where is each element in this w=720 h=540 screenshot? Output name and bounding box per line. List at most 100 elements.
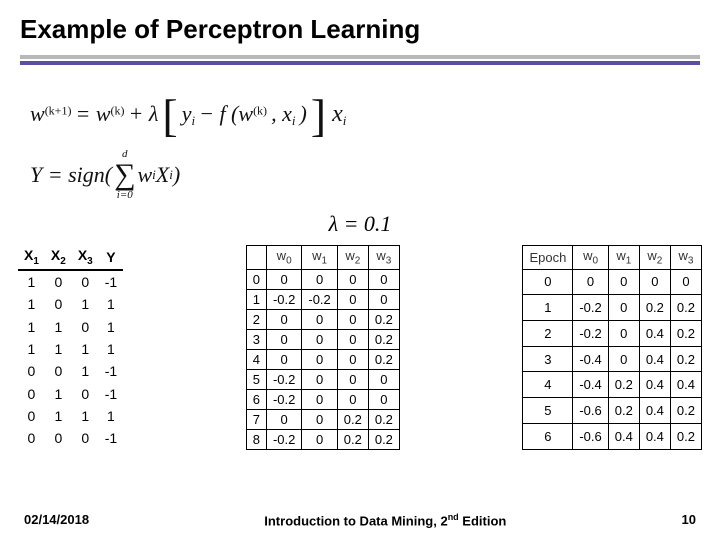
cell: 0.2	[608, 372, 639, 398]
col-header: w1	[608, 246, 639, 270]
cell: 0	[337, 369, 368, 389]
footer-center-sup: nd	[448, 512, 459, 522]
cell: 8	[246, 429, 266, 449]
footer: 02/14/2018 Introduction to Data Mining, …	[0, 512, 720, 528]
table-row: 7000.20.2	[246, 409, 399, 429]
cell: 0	[45, 270, 72, 293]
formula1-tail-sub: i	[343, 113, 347, 128]
cell: 0	[266, 409, 301, 429]
formula2-close: )	[173, 162, 180, 188]
cell: 6	[246, 389, 266, 409]
cell: 1	[72, 360, 99, 382]
formula1-yi-sub: i	[191, 113, 195, 128]
epoch-table: Epochw0w1w2w3 000001-0.200.20.22-0.200.4…	[522, 245, 702, 450]
cell: 0	[337, 269, 368, 289]
output-formula: Y = sign( d ∑ i=0 wi Xi )	[30, 149, 720, 201]
cell: 0.4	[639, 372, 670, 398]
bracket-close: ]	[311, 93, 326, 139]
lambda-value: λ = 0.1	[0, 211, 720, 237]
cell: 0	[573, 269, 608, 295]
col-header: w0	[573, 246, 608, 270]
cell: 0	[337, 389, 368, 409]
cell: 0	[266, 269, 301, 289]
cell: 0	[302, 349, 337, 369]
cell: 0	[368, 389, 399, 409]
table-row: 00000	[246, 269, 399, 289]
table-row: 2-0.200.40.2	[523, 321, 702, 347]
cell: 0	[337, 289, 368, 309]
table-row: 1-0.200.20.2	[523, 295, 702, 321]
cell: 0	[302, 389, 337, 409]
cell: 5	[246, 369, 266, 389]
cell: 6	[523, 423, 573, 449]
cell: 0	[45, 293, 72, 315]
cell: 0.2	[368, 349, 399, 369]
col-header: Epoch	[523, 246, 573, 270]
cell: 0.2	[670, 321, 701, 347]
table-row: 4-0.40.20.40.4	[523, 372, 702, 398]
sigma-symbol: ∑	[114, 160, 135, 190]
table-row: 00000	[523, 269, 702, 295]
cell: 0	[337, 349, 368, 369]
footer-center: Introduction to Data Mining, 2nd Edition	[264, 512, 506, 528]
training-data-table: X1X2X3Y 100-1101111011111001-1010-101110…	[18, 245, 123, 450]
cell: 0	[18, 360, 45, 382]
cell: 0.4	[639, 423, 670, 449]
formula1-sup2: (k)	[111, 104, 125, 118]
cell: 1	[246, 289, 266, 309]
col-header: w2	[639, 246, 670, 270]
cell: -0.2	[573, 321, 608, 347]
cell: 0.2	[368, 309, 399, 329]
cell: 1	[99, 338, 123, 360]
cell: 2	[246, 309, 266, 329]
cell: 0	[18, 405, 45, 427]
cell: 0	[266, 309, 301, 329]
table-row: 20000.2	[246, 309, 399, 329]
cell: 0	[523, 269, 573, 295]
cell: 0	[337, 309, 368, 329]
formula1-mid: − f (w	[199, 101, 253, 126]
footer-center-b: Edition	[459, 513, 507, 528]
cell: 0	[608, 321, 639, 347]
table-row: 6-0.2000	[246, 389, 399, 409]
cell: 2	[523, 321, 573, 347]
table-row: 8-0.200.20.2	[246, 429, 399, 449]
cell: 0.2	[368, 429, 399, 449]
formula1-w1: w	[30, 101, 45, 126]
cell: 0	[302, 409, 337, 429]
col-header	[246, 246, 266, 270]
sigma-bottom: i=0	[117, 190, 133, 201]
col-header: w2	[337, 246, 368, 270]
cell: 0	[72, 427, 99, 449]
table-row: 010-1	[18, 383, 123, 405]
cell: 0	[18, 427, 45, 449]
col-header: X3	[72, 245, 99, 270]
table-row: 3-0.400.40.2	[523, 346, 702, 372]
table-row: 1101	[18, 316, 123, 338]
cell: 1	[45, 383, 72, 405]
cell: 0.4	[639, 321, 670, 347]
table-row: 40000.2	[246, 349, 399, 369]
formula1-xi: , x	[271, 101, 292, 126]
cell: -0.2	[302, 289, 337, 309]
cell: -1	[99, 383, 123, 405]
footer-date: 02/14/2018	[24, 512, 89, 528]
cell: 0	[337, 329, 368, 349]
weight-update-formula: w(k+1) = w(k) + λ [ yi − f (w(k) , xi ) …	[30, 83, 346, 129]
cell: -0.6	[573, 398, 608, 424]
cell: 1	[99, 293, 123, 315]
cell: 0	[302, 329, 337, 349]
cell: 0.2	[670, 423, 701, 449]
sigma-block: d ∑ i=0	[114, 149, 135, 201]
formula1-xi-sub: i	[292, 113, 296, 128]
table-row: 5-0.60.20.40.2	[523, 398, 702, 424]
cell: 1	[45, 405, 72, 427]
formula2-lead: Y = sign(	[30, 162, 112, 188]
cell: 0.2	[368, 409, 399, 429]
footer-center-a: Introduction to Data Mining, 2	[264, 513, 447, 528]
formula-block: w(k+1) = w(k) + λ [ yi − f (w(k) , xi ) …	[30, 83, 720, 201]
cell: 0.4	[670, 372, 701, 398]
cell: 3	[246, 329, 266, 349]
cell: 3	[523, 346, 573, 372]
cell: 1	[18, 338, 45, 360]
